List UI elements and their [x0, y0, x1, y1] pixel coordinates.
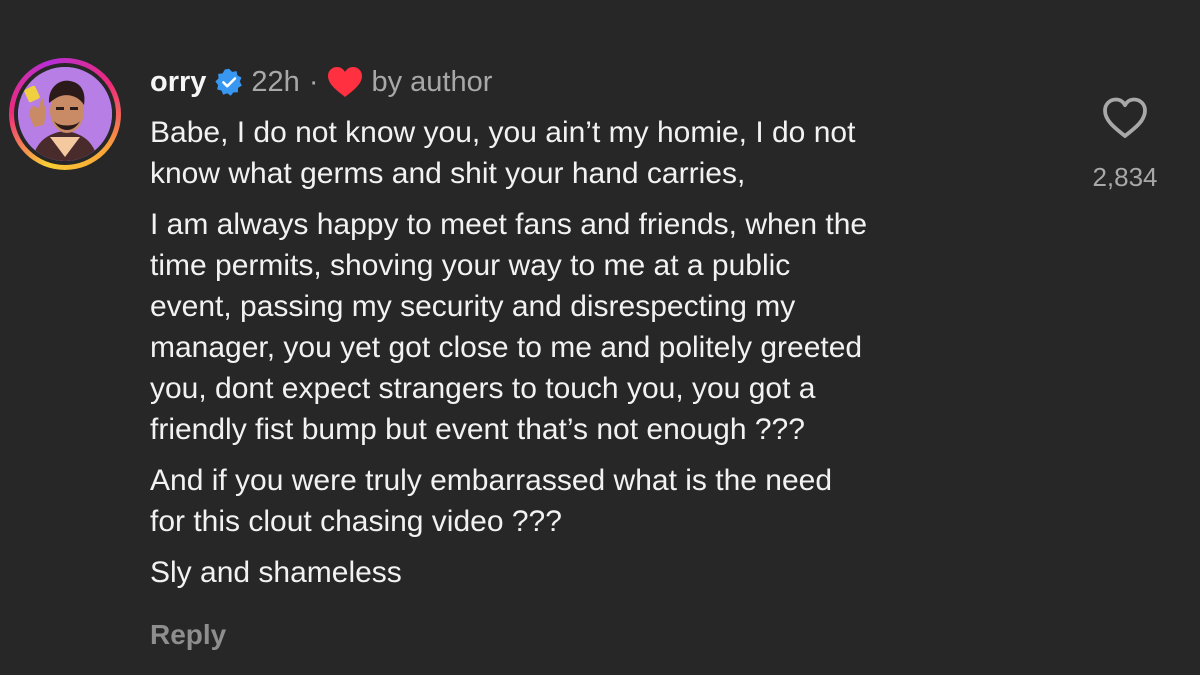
- comment-line: I am always happy to meet fans and frien…: [150, 208, 868, 241]
- comment-text: Babe, I do not know you, you ain’t my ho…: [150, 112, 1070, 603]
- like-count: 2,834: [1092, 162, 1158, 192]
- heart-filled-icon: [327, 66, 363, 98]
- comment-line: time permits, shoving your way to me at …: [150, 249, 791, 282]
- comment-line: And if you were truly embarrassed what i…: [150, 464, 833, 497]
- comment-line: manager, you yet got close to me and pol…: [150, 331, 863, 364]
- comment-line: friendly fist bump but event that’s not …: [150, 413, 805, 446]
- reply-button[interactable]: Reply: [150, 619, 226, 651]
- like-column: 2,834: [1070, 96, 1180, 193]
- comment-header: orry 22h · by author: [150, 62, 492, 102]
- comment-line: know what germs and shit your hand carri…: [150, 157, 746, 190]
- comment-line: Babe, I do not know you, you ain’t my ho…: [150, 116, 856, 149]
- comment-paragraph: Babe, I do not know you, you ain’t my ho…: [150, 112, 1070, 194]
- username[interactable]: orry: [150, 66, 206, 99]
- avatar-illustration-icon: [18, 67, 112, 161]
- liked-by-author-label: by author: [371, 65, 493, 98]
- comment-paragraph: And if you were truly embarrassed what i…: [150, 460, 1070, 542]
- separator-dot: ·: [308, 65, 319, 98]
- comment: orry 22h · by author Babe, I do not know…: [0, 0, 1200, 675]
- verified-badge-icon: [215, 68, 243, 96]
- comment-line: for this clout chasing video ???: [150, 505, 562, 538]
- comment-line: Sly and shameless: [150, 556, 402, 589]
- comment-paragraph: I am always happy to meet fans and frien…: [150, 204, 1070, 450]
- comment-line: event, passing my security and disrespec…: [150, 290, 796, 323]
- avatar[interactable]: [18, 67, 112, 161]
- comment-line: you, dont expect strangers to touch you,…: [150, 372, 816, 405]
- avatar-story-ring[interactable]: [9, 58, 121, 170]
- comment-paragraph: Sly and shameless: [150, 552, 1070, 593]
- heart-outline-icon[interactable]: [1101, 96, 1149, 140]
- comment-timestamp: 22h: [251, 65, 300, 98]
